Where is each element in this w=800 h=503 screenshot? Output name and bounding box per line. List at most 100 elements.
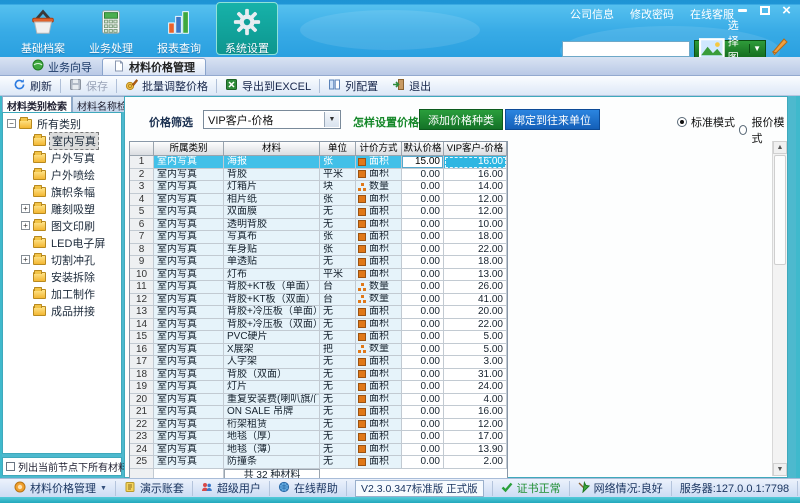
cell-default-price[interactable]: 0.00 [402, 431, 444, 444]
toolbar-refresh-button[interactable]: 刷新 [6, 77, 59, 95]
list-all-checkbox-row[interactable]: 列出当前节点下所有材料 [2, 457, 122, 476]
nav-gear[interactable]: 系统设置 [216, 2, 278, 55]
nav-calculator[interactable]: 业务处理 [80, 2, 142, 55]
table-row[interactable]: 1室内写真海报张面积15.0016.00 [130, 156, 507, 169]
top-link[interactable]: 修改密码 [630, 6, 674, 22]
cell-vip-price[interactable]: 22.00 [444, 319, 507, 332]
table-row[interactable]: 23室内写真地毯（厚）无面积0.0017.00 [130, 431, 507, 444]
cell-default-price[interactable]: 0.00 [402, 206, 444, 219]
standard-mode-radio[interactable]: 标准模式 [677, 114, 735, 130]
toolbar-columns-button[interactable]: 列配置 [321, 77, 385, 95]
table-row[interactable]: 9室内写真单透贴无面积0.0018.00 [130, 256, 507, 269]
table-row[interactable]: 24室内写真地毯（薄）无面积0.0013.90 [130, 444, 507, 457]
header-cell[interactable]: 默认价格 [402, 142, 444, 156]
tree-item[interactable]: 成品拼接 [7, 302, 121, 319]
cell-default-price[interactable]: 0.00 [402, 394, 444, 407]
top-link[interactable]: 公司信息 [570, 6, 614, 22]
status-notebook[interactable]: 演示账套 [115, 481, 192, 496]
table-row[interactable]: 8室内写真车身贴张面积0.0022.00 [130, 244, 507, 257]
table-row[interactable]: 11室内写真背胶+KT板（单面）台数量0.0026.00 [130, 281, 507, 294]
scroll-up-icon[interactable]: ▲ [773, 141, 787, 154]
table-row[interactable]: 4室内写真相片纸张面积0.0012.00 [130, 194, 507, 207]
header-cell[interactable]: 材料 [224, 142, 320, 156]
tree-item[interactable]: 加工制作 [7, 285, 121, 302]
table-row[interactable]: 22室内写真桁架租赁无面积0.0012.00 [130, 419, 507, 432]
cell-vip-price[interactable]: 31.00 [444, 369, 507, 382]
expand-icon[interactable]: + [21, 255, 30, 264]
tree-item[interactable]: 旗帜条幅 [7, 183, 121, 200]
cell-vip-price[interactable]: 13.90 [444, 444, 507, 457]
cell-vip-price[interactable]: 18.00 [444, 256, 507, 269]
header-cell[interactable]: 计价方式 [356, 142, 402, 156]
cell-default-price[interactable]: 0.00 [402, 356, 444, 369]
table-row[interactable]: 18室内写真背胶（双面）无面积0.0031.00 [130, 369, 507, 382]
tree-root[interactable]: −所有类别 [7, 115, 121, 132]
header-cell[interactable]: 所属类别 [154, 142, 224, 156]
cell-vip-price[interactable]: 16.00 [444, 156, 507, 169]
close-icon[interactable]: × [779, 4, 794, 17]
toolbar-exit-button[interactable]: 退出 [385, 77, 438, 95]
cell-default-price[interactable]: 0.00 [402, 344, 444, 357]
cell-default-price[interactable]: 0.00 [402, 419, 444, 432]
bind-unit-button[interactable]: 绑定到往来单位 [505, 109, 600, 130]
cell-vip-price[interactable]: 10.00 [444, 219, 507, 232]
expand-icon[interactable]: + [21, 221, 30, 230]
sidebar-tab[interactable]: 材料类别检索 [2, 96, 72, 112]
cell-vip-price[interactable]: 24.00 [444, 381, 507, 394]
scrollbar-thumb[interactable] [774, 155, 786, 265]
cell-vip-price[interactable]: 16.00 [444, 169, 507, 182]
maximize-icon[interactable] [757, 4, 772, 17]
cell-vip-price[interactable]: 20.00 [444, 306, 507, 319]
add-price-type-button[interactable]: 添加价格种类 [419, 109, 503, 130]
announce-input[interactable] [562, 41, 690, 57]
tab-inactive[interactable]: 业务向导 [22, 58, 102, 75]
status-network[interactable]: 网络情况:良好 [569, 481, 671, 496]
status-text[interactable]: V2.3.0.347标准版 正式版 [346, 481, 492, 496]
cell-vip-price[interactable]: 22.00 [444, 244, 507, 257]
status-check[interactable]: 证书正常 [492, 481, 569, 496]
table-row[interactable]: 15室内写真PVC硬片无面积0.005.00 [130, 331, 507, 344]
table-row[interactable]: 13室内写真背胶+冷压板（单面）无面积0.0020.00 [130, 306, 507, 319]
table-row[interactable]: 6室内写真透明背胶无面积0.0010.00 [130, 219, 507, 232]
status-users[interactable]: 超级用户 [192, 481, 269, 496]
table-row[interactable]: 5室内写真双面膜无面积0.0012.00 [130, 206, 507, 219]
status-globe[interactable]: 在线帮助 [269, 481, 346, 496]
cell-default-price[interactable]: 0.00 [402, 406, 444, 419]
tree-item[interactable]: +雕刻吸塑 [7, 200, 121, 217]
cell-default-price[interactable]: 0.00 [402, 269, 444, 282]
toolbar-batch-button[interactable]: 批量调整价格 [118, 77, 215, 95]
tree-item[interactable]: 户外写真 [7, 149, 121, 166]
cell-vip-price[interactable]: 14.00 [444, 181, 507, 194]
nav-basket[interactable]: 基础档案 [12, 2, 74, 55]
cell-vip-price[interactable]: 17.00 [444, 431, 507, 444]
table-row[interactable]: 20室内写真重复安装费(喇叭旗/门)无面积0.004.00 [130, 394, 507, 407]
cell-vip-price[interactable]: 16.00 [444, 406, 507, 419]
cell-vip-price[interactable]: 13.00 [444, 269, 507, 282]
tree-item[interactable]: 户外喷绘 [7, 166, 121, 183]
table-row[interactable]: 19室内写真灯片无面积0.0024.00 [130, 381, 507, 394]
cell-default-price[interactable]: 0.00 [402, 331, 444, 344]
table-scrollbar[interactable]: ▲ ▼ [772, 141, 787, 476]
table-row[interactable]: 10室内写真灯布平米面积0.0013.00 [130, 269, 507, 282]
cell-vip-price[interactable]: 12.00 [444, 194, 507, 207]
cell-default-price[interactable]: 0.00 [402, 444, 444, 457]
cell-default-price[interactable]: 0.00 [402, 181, 444, 194]
table-row[interactable]: 3室内写真灯箱片块数量0.0014.00 [130, 181, 507, 194]
collapse-icon[interactable]: − [7, 119, 16, 128]
cell-vip-price[interactable]: 12.00 [444, 419, 507, 432]
cell-vip-price[interactable]: 3.00 [444, 356, 507, 369]
cell-default-price[interactable]: 0.00 [402, 369, 444, 382]
tree-item[interactable]: LED电子屏 [7, 234, 121, 251]
cell-default-price[interactable]: 0.00 [402, 294, 444, 307]
cell-default-price[interactable]: 0.00 [402, 319, 444, 332]
header-cell[interactable]: 单位 [320, 142, 356, 156]
cell-vip-price[interactable]: 5.00 [444, 331, 507, 344]
tree-item[interactable]: 室内写真 [7, 132, 121, 149]
nav-chart[interactable]: 报表查询 [148, 2, 210, 55]
cell-vip-price[interactable]: 41.00 [444, 294, 507, 307]
scroll-down-icon[interactable]: ▼ [773, 463, 787, 476]
cell-default-price[interactable]: 0.00 [402, 169, 444, 182]
tree-item[interactable]: +图文印刷 [7, 217, 121, 234]
cell-vip-price[interactable]: 12.00 [444, 206, 507, 219]
price-type-select[interactable]: VIP客户-价格 ▼ [203, 110, 341, 129]
